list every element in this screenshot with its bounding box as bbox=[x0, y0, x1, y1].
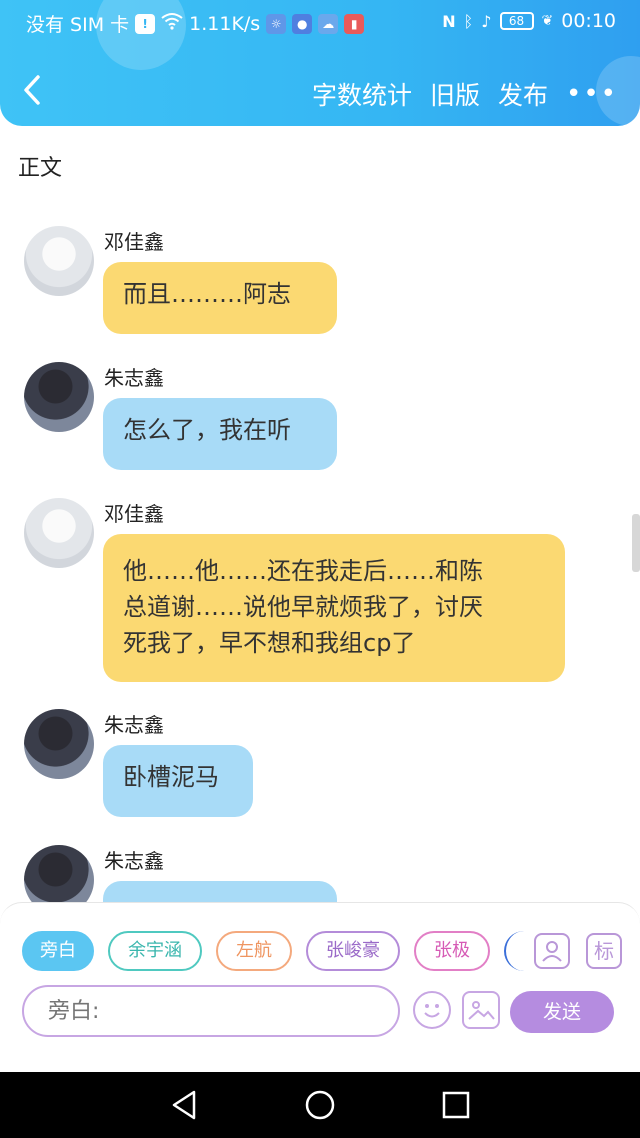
character-manage-button[interactable] bbox=[534, 933, 570, 969]
sender-name: 朱志鑫 bbox=[104, 366, 164, 390]
sender-name: 朱志鑫 bbox=[104, 713, 164, 737]
section-title: 正文 bbox=[18, 156, 63, 181]
battery-icon: 68 bbox=[499, 12, 534, 30]
header-bar: 没有 SIM 卡 ! 1.11K/s ☼ ● ☁ ▮ N ᛒ ♪ 68 ❦ 00… bbox=[0, 0, 640, 126]
send-button[interactable]: 发送 bbox=[510, 991, 614, 1033]
system-nav-bar bbox=[0, 1072, 640, 1138]
image-icon bbox=[468, 1001, 495, 1020]
mute-bell-icon: ♪ bbox=[481, 11, 492, 31]
sender-name: 邓佳鑫 bbox=[104, 502, 164, 526]
nfc-icon: N bbox=[442, 11, 456, 31]
emoji-button[interactable] bbox=[413, 991, 451, 1029]
back-nav-button[interactable] bbox=[168, 1088, 200, 1130]
message-input[interactable] bbox=[22, 985, 400, 1037]
message-line: 总道谢……说他早就烦我了，讨厌 bbox=[123, 593, 483, 621]
publish-button[interactable]: 发布 bbox=[498, 76, 548, 112]
scrollbar-thumb[interactable] bbox=[632, 514, 640, 572]
role-chip-zhang-junhao[interactable]: 张峻豪 bbox=[306, 931, 400, 971]
role-chip-zhang-ji[interactable]: 张极 bbox=[414, 931, 490, 971]
bluetooth-icon: ᛒ bbox=[463, 11, 474, 31]
message-bubble[interactable]: 卧槽泥马 bbox=[103, 745, 253, 817]
avatar[interactable] bbox=[24, 362, 94, 432]
message-bubble[interactable]: 而且………阿志 bbox=[103, 262, 337, 334]
tag-button[interactable]: 标 bbox=[586, 933, 622, 969]
role-chip-yu-yuhan[interactable]: 余宇涵 bbox=[108, 931, 202, 971]
message-line: 他……他……还在我走后……和陈 bbox=[123, 557, 483, 585]
role-chip-narration[interactable]: 旁白 bbox=[22, 931, 94, 971]
status-bar: 没有 SIM 卡 ! 1.11K/s ☼ ● ☁ ▮ N ᛒ ♪ 68 ❦ 00… bbox=[0, 0, 640, 46]
composer-panel: 旁白 余宇涵 左航 张峻豪 张极 标 发送 bbox=[0, 902, 640, 1072]
network-speed: 1.11K/s bbox=[189, 12, 261, 35]
message-bubble[interactable]: 怎么了，我在听 bbox=[103, 398, 337, 470]
leaf-icon: ❦ bbox=[541, 13, 554, 29]
book-app-icon: ▮ bbox=[344, 13, 365, 34]
bulb-app-icon: ● bbox=[292, 13, 313, 34]
old-version-button[interactable]: 旧版 bbox=[430, 76, 480, 112]
wifi-icon bbox=[161, 12, 183, 35]
sender-name: 朱志鑫 bbox=[104, 849, 164, 873]
weather-app-icon: ☼ bbox=[266, 13, 287, 34]
circle-home-icon bbox=[305, 1090, 335, 1120]
chevron-left-icon bbox=[24, 75, 40, 105]
image-button[interactable] bbox=[462, 991, 500, 1029]
avatar[interactable] bbox=[24, 709, 94, 779]
recents-nav-button[interactable] bbox=[440, 1088, 472, 1130]
carrier-text: 没有 SIM 卡 bbox=[26, 14, 130, 36]
square-recents-icon bbox=[442, 1091, 470, 1119]
role-chip-zuo-hang[interactable]: 左航 bbox=[216, 931, 292, 971]
role-chip-more[interactable] bbox=[504, 931, 524, 971]
triangle-back-icon bbox=[172, 1090, 196, 1120]
sender-name: 邓佳鑫 bbox=[104, 230, 164, 254]
sim-alert-icon: ! bbox=[135, 13, 156, 34]
avatar[interactable] bbox=[24, 498, 94, 568]
back-button[interactable] bbox=[22, 74, 42, 112]
top-nav: 字数统计 旧版 发布 ••• bbox=[0, 66, 640, 122]
smiley-icon bbox=[424, 1004, 440, 1018]
clock-text: 00:10 bbox=[561, 10, 616, 32]
message-bubble[interactable]: 他……他……还在我走后……和陈 总道谢……说他早就烦我了，讨厌 死我了，早不想和… bbox=[103, 534, 565, 682]
word-count-button[interactable]: 字数统计 bbox=[312, 76, 412, 112]
more-options-icon[interactable]: ••• bbox=[566, 79, 618, 109]
home-nav-button[interactable] bbox=[303, 1088, 337, 1130]
person-card-icon bbox=[542, 941, 562, 962]
cloud-app-icon: ☁ bbox=[318, 13, 339, 34]
message-line: 死我了，早不想和我组cp了 bbox=[123, 629, 416, 657]
avatar[interactable] bbox=[24, 226, 94, 296]
